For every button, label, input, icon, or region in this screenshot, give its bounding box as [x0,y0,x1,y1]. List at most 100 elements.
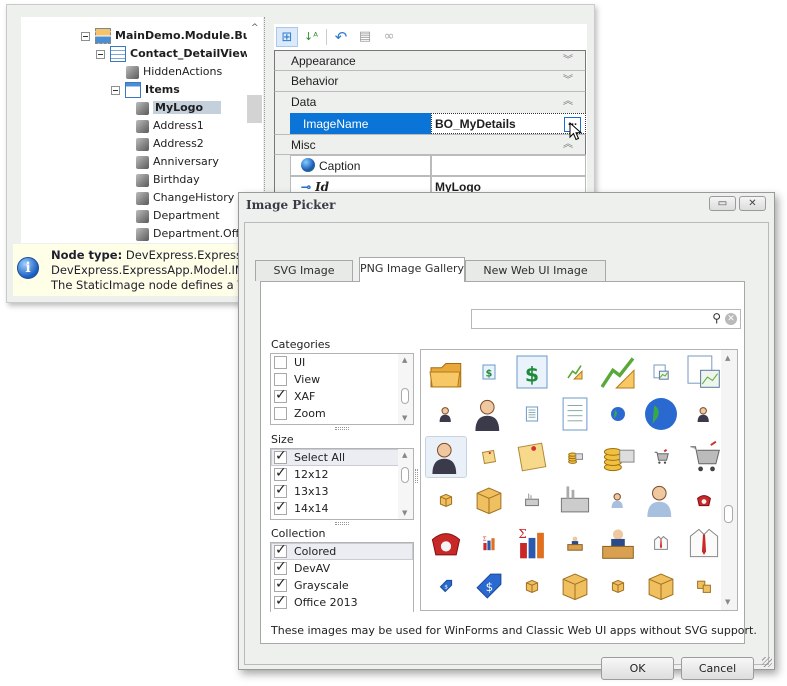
scroll-up-icon[interactable]: ▲ [402,451,407,459]
gallery-image[interactable] [640,522,682,564]
tree-node[interactable]: ChangeHistory [136,189,234,207]
tree-node[interactable]: Items [111,81,180,99]
cancel-button[interactable]: Cancel [681,657,754,680]
gallery-image[interactable] [683,479,725,521]
gallery-image[interactable]: $ [425,565,467,607]
checkbox[interactable] [274,543,287,559]
search-input[interactable] [472,310,702,328]
gallery-image[interactable] [683,436,725,478]
clear-search-icon[interactable]: ✕ [725,313,737,325]
collection-list[interactable]: Colored DevAV Grayscale Office 2013 [270,542,414,612]
gallery-image[interactable] [511,436,553,478]
gallery-image[interactable] [597,436,639,478]
search-box[interactable]: ⚲ ✕ [471,309,741,329]
size-item[interactable]: 14x14 [271,499,413,517]
search-icon[interactable]: ⚲ [712,311,721,325]
categories-item[interactable]: UI [271,354,413,371]
size-item[interactable]: 13x13 [271,482,413,500]
tab-svg-image-gallery[interactable]: SVG Image Gallery [255,260,353,297]
gallery-image[interactable]: $ [468,351,510,393]
tree-node[interactable]: Department [136,207,220,225]
size-scrollbar[interactable]: ▲ ▼ [398,449,413,519]
link-icon[interactable]: ∞ [378,27,400,47]
tab-png-image-gallery[interactable]: PNG Image Gallery [359,257,465,282]
gallery-image[interactable] [683,393,725,435]
expand-icon[interactable]: ︾ [563,51,573,71]
scroll-up-icon[interactable]: ▲ [725,354,730,362]
checkbox[interactable] [274,449,287,465]
gallery-image[interactable] [425,393,467,435]
tree-node[interactable]: Address1 [136,117,204,135]
tree-node[interactable]: Department.Office [136,225,247,243]
category-appearance[interactable]: Appearance ︾ [274,50,586,71]
collection-item[interactable]: Colored [271,543,413,560]
gallery-image[interactable] [425,479,467,521]
tree-node[interactable]: Anniversary [136,153,219,171]
categories-list[interactable]: UI View XAF Zoom ▲ ▼ [270,353,414,425]
collection-item[interactable]: Grayscale [271,576,413,594]
tree-node[interactable]: Birthday [136,171,200,189]
gallery-image[interactable] [554,436,596,478]
collapse-toggle-icon[interactable] [96,49,105,59]
maximize-button[interactable]: ▭ [709,196,736,211]
checkbox[interactable] [274,356,287,369]
undo-icon[interactable]: ↶ [330,27,352,47]
ok-button[interactable]: OK [601,657,674,680]
property-value-imagename[interactable]: BO_MyDetails ... [431,113,586,134]
scroll-down-icon[interactable]: ▼ [402,509,407,517]
properties-icon[interactable]: ▤ [354,27,376,47]
gallery-image[interactable] [640,436,682,478]
scroll-down-icon[interactable]: ▼ [402,414,407,422]
gallery-image[interactable] [597,565,639,607]
collection-item[interactable]: DevAV [271,559,413,577]
gallery-image[interactable] [511,393,553,435]
gallery-image[interactable] [597,393,639,435]
gallery-image[interactable] [425,522,467,564]
scrollbar-thumb[interactable] [401,467,409,483]
gallery-image[interactable]: $ [511,351,553,393]
scrollbar-thumb[interactable] [401,388,409,404]
gallery-image[interactable] [640,393,682,435]
property-row-caption[interactable]: Caption [274,155,586,176]
checkbox[interactable] [274,407,287,420]
checkbox[interactable] [274,559,287,576]
gallery-image[interactable] [640,565,682,607]
category-misc[interactable]: Misc ︽ [274,134,586,155]
tree-node[interactable]: MainDemo.Module.Busine [81,27,247,45]
gallery-image[interactable] [554,393,596,435]
collapse-toggle-icon[interactable] [111,85,120,95]
categories-scrollbar[interactable]: ▲ ▼ [398,354,413,424]
image-gallery[interactable]: $ $ Σ Σ $ $ ▲ ▼ [420,349,738,611]
categories-item[interactable]: XAF [271,387,413,405]
size-item[interactable]: 12x12 [271,465,413,483]
scroll-up-icon[interactable]: ^ [251,23,259,33]
gallery-image[interactable] [554,565,596,607]
gallery-image[interactable] [554,351,596,393]
categories-item[interactable]: View [271,371,413,388]
collapse-icon[interactable]: ︽ [563,92,573,112]
categorized-icon[interactable]: ⊞ [276,27,298,47]
gallery-image[interactable] [511,479,553,521]
gallery-image[interactable] [640,351,682,393]
tree-node[interactable]: Contact_DetailView [96,45,247,63]
checkbox[interactable] [274,387,287,404]
vertical-splitter[interactable] [415,469,418,483]
gallery-image[interactable] [468,479,510,521]
gallery-image[interactable] [640,479,682,521]
gallery-image[interactable] [468,393,510,435]
size-item[interactable]: Select All [271,449,413,466]
gallery-image[interactable] [597,351,639,393]
gallery-scrollbar[interactable]: ▲ ▼ [721,350,737,610]
gallery-image[interactable]: Σ [468,522,510,564]
property-row-imagename[interactable]: ImageName BO_MyDetails ... [274,113,586,134]
scroll-up-icon[interactable]: ▲ [402,356,407,364]
gallery-image[interactable] [554,479,596,521]
sort-alphabetical-icon[interactable]: ↓ᴬ [300,27,322,47]
property-name[interactable]: ImageName [290,113,431,134]
resize-grip[interactable] [335,427,349,430]
expand-icon[interactable]: ︾ [563,71,573,91]
collection-item[interactable]: Office 2013 [271,593,413,611]
resize-grip-icon[interactable] [762,657,772,667]
checkbox[interactable] [274,593,287,610]
size-list[interactable]: Select All 12x12 13x13 14x14 ▲ ▼ [270,448,414,520]
